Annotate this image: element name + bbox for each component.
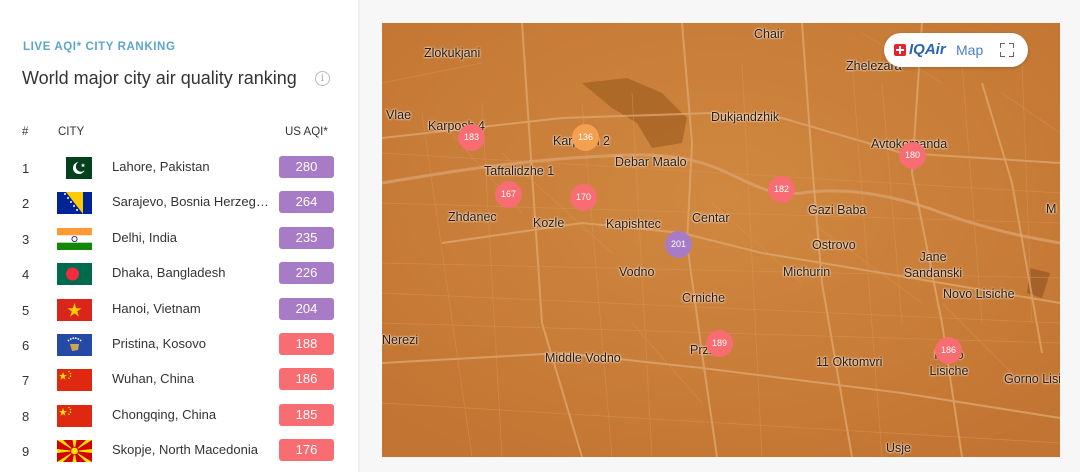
- city-link[interactable]: Chongqing, China: [112, 407, 270, 422]
- city-link[interactable]: Pristina, Kosovo: [112, 336, 270, 351]
- map-place-label: Taftalidzhe 1: [484, 164, 555, 178]
- india-flag-icon: [57, 227, 92, 250]
- map-place-label: Kozle: [533, 216, 565, 230]
- air-quality-map[interactable]: Zlokukjani Chair Zhelezara Vlae Karposh …: [382, 23, 1060, 457]
- map-place-label: Vlae: [386, 108, 412, 122]
- table-row[interactable]: 7 Wuhan, China 186: [0, 362, 358, 397]
- table-row[interactable]: 3 Delhi, India 235: [0, 221, 358, 256]
- map-place-label: Debar Maalo: [615, 155, 687, 169]
- aqi-badge: 226: [279, 262, 334, 285]
- map-place-label: Usje: [886, 441, 912, 455]
- fullscreen-icon[interactable]: [1000, 43, 1014, 57]
- vietnam-flag-icon: [57, 298, 92, 321]
- ranking-panel: LIVE AQI* CITY RANKING World major city …: [0, 0, 358, 472]
- brand-logo: IQAir: [909, 41, 946, 58]
- map-place-label: Zhdanec: [448, 210, 497, 224]
- table-row[interactable]: 2 Sarajevo, Bosnia Herzegovina 264: [0, 185, 358, 220]
- city-link[interactable]: Wuhan, China: [112, 371, 270, 386]
- aqi-marker[interactable]: 136: [572, 124, 599, 151]
- rank-number: 7: [22, 373, 30, 389]
- map-place-label: Centar: [692, 211, 730, 225]
- map-place-label: Ostrovo: [812, 238, 856, 252]
- table-row[interactable]: 6 Pristina, Kosovo 188: [0, 327, 358, 362]
- city-link[interactable]: Hanoi, Vietnam: [112, 301, 270, 316]
- rank-number: 8: [22, 408, 30, 424]
- map-place-label: Dukjandzhik: [711, 110, 780, 124]
- map-place-label: Jane Sandanski: [903, 250, 963, 280]
- aqi-marker[interactable]: 170: [570, 184, 597, 211]
- aqi-marker[interactable]: 201: [665, 231, 692, 258]
- city-link[interactable]: Skopje, North Macedonia: [112, 442, 270, 457]
- aqi-marker[interactable]: 189: [706, 330, 733, 357]
- aqi-marker[interactable]: 167: [495, 181, 522, 208]
- aqi-marker[interactable]: 182: [768, 176, 795, 203]
- aqi-badge: 185: [279, 403, 334, 426]
- city-link[interactable]: Dhaka, Bangladesh: [112, 265, 270, 280]
- bosnia-herzegovina-flag-icon: [57, 192, 92, 215]
- aqi-marker[interactable]: 180: [899, 142, 926, 169]
- aqi-badge: 235: [279, 226, 334, 249]
- map-place-label: Kapishtec: [606, 217, 661, 231]
- map-place-label: Middle Vodno: [545, 351, 621, 365]
- aqi-badge: 176: [279, 439, 334, 462]
- table-row[interactable]: 9 Skopje, North Macedonia 176: [0, 433, 358, 468]
- brand-map-label: Map: [956, 42, 984, 58]
- section-eyebrow: LIVE AQI* CITY RANKING: [23, 41, 176, 53]
- iqair-map-badge[interactable]: IQAir Map: [884, 33, 1028, 67]
- page-title: World major city air quality ranking: [22, 68, 297, 88]
- north-macedonia-flag-icon: [57, 440, 92, 463]
- rank-number: 2: [22, 196, 30, 212]
- aqi-badge: 204: [279, 297, 334, 320]
- map-place-label: Novo Lisiche: [943, 287, 1015, 301]
- city-link[interactable]: Delhi, India: [112, 230, 270, 245]
- aqi-badge: 186: [279, 368, 334, 391]
- city-link[interactable]: Sarajevo, Bosnia Herzegovina: [112, 194, 270, 209]
- china-flag-icon: [57, 404, 92, 427]
- map-place-label: M: [1046, 202, 1057, 216]
- pakistan-flag-icon: [57, 157, 92, 179]
- map-place-label: Michurin: [783, 265, 831, 279]
- aqi-badge: 264: [279, 191, 334, 214]
- map-place-label: 11 Oktomvri: [816, 355, 883, 369]
- map-place-label: Zlokukjani: [424, 46, 481, 60]
- map-place-label: Gazi Baba: [808, 203, 867, 217]
- column-header-city: CITY: [58, 126, 85, 138]
- table-row[interactable]: 8 Chongqing, China 185: [0, 398, 358, 433]
- map-place-label: Gorno Lisiche: [1004, 372, 1060, 386]
- rank-number: 6: [22, 337, 30, 353]
- column-header-aqi: US AQI*: [285, 126, 328, 138]
- info-icon[interactable]: i: [315, 71, 330, 86]
- ranking-table: 1 Lahore, Pakistan 280 2 Sarajevo, Bosni…: [0, 150, 358, 469]
- column-header-rank: #: [22, 126, 29, 138]
- map-place-label: Vodno: [619, 265, 655, 279]
- rank-number: 9: [22, 444, 30, 460]
- table-row[interactable]: 4 Dhaka, Bangladesh 226: [0, 256, 358, 291]
- map-place-label: Crniche: [682, 291, 726, 305]
- rank-number: 1: [22, 161, 30, 176]
- aqi-badge: 280: [279, 156, 334, 178]
- china-flag-icon: [57, 369, 92, 392]
- kosovo-flag-icon: [57, 333, 92, 356]
- aqi-marker[interactable]: 186: [935, 337, 962, 364]
- rank-number: 3: [22, 231, 30, 247]
- table-row[interactable]: 5 Hanoi, Vietnam 204: [0, 292, 358, 327]
- swiss-flag-icon: [894, 44, 906, 56]
- aqi-badge: 188: [279, 332, 334, 355]
- rank-number: 4: [22, 267, 30, 283]
- map-background: [382, 23, 1060, 457]
- aqi-marker[interactable]: 183: [458, 124, 485, 151]
- rank-number: 5: [22, 302, 30, 318]
- table-row[interactable]: 1 Lahore, Pakistan 280: [0, 150, 358, 185]
- map-place-label: Chair: [754, 27, 784, 41]
- bangladesh-flag-icon: [57, 263, 92, 286]
- map-place-label: Nerezi: [382, 333, 419, 347]
- city-link[interactable]: Lahore, Pakistan: [112, 159, 270, 174]
